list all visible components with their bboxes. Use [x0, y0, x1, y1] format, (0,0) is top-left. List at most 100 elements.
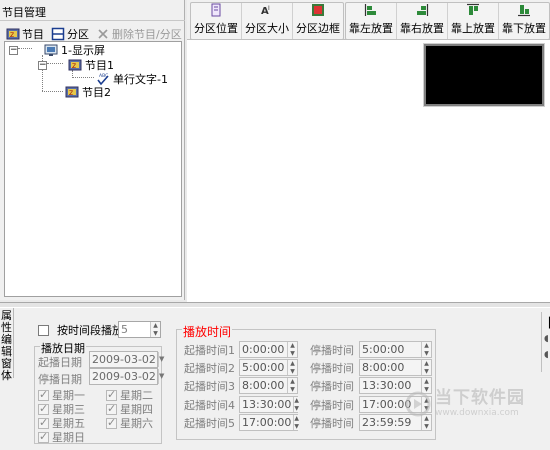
stop-time-stepper[interactable]: 5:00:00 ▲ ▼: [359, 341, 432, 358]
tab-char: 体: [1, 369, 12, 382]
start-time-stepper[interactable]: 0:00:00 ▲ ▼: [239, 341, 298, 358]
dropdown-arrow-icon[interactable]: ▼: [157, 352, 164, 367]
align-left-icon: [364, 3, 378, 17]
start-date-value: 2009-03-02: [92, 353, 156, 366]
align-top-button[interactable]: 靠上放置: [447, 3, 498, 39]
start-time-stepper[interactable]: 5:00:00 ▲ ▼: [239, 359, 298, 376]
start-time-label: 起播时间3: [184, 380, 235, 393]
weekday-checkbox[interactable]: [38, 388, 49, 401]
area-size-label: 分区大小: [245, 22, 289, 35]
panel-title: 节目管理: [2, 6, 46, 19]
weekday-option-sat[interactable]: 星期六: [106, 415, 153, 431]
tree-label-display: 1-显示屏: [61, 44, 105, 57]
watermark-en: www.downxia.com: [435, 408, 519, 418]
start-time-stepper[interactable]: 13:30:00 ▲ ▼: [239, 396, 300, 413]
time-segment-option[interactable]: 按时间段播放: [38, 322, 123, 338]
align-bottom-label: 靠下放置: [502, 22, 546, 35]
stop-date-value: 2009-03-02: [92, 370, 156, 383]
stepper-arrows[interactable]: ▲ ▼: [293, 397, 300, 413]
delete-program-area-button[interactable]: 删除节目/分区: [96, 26, 182, 42]
add-area-label: 分区: [67, 28, 89, 41]
up-arrow-icon[interactable]: ▲: [288, 378, 297, 386]
stepper-arrows[interactable]: ▲ ▼: [287, 342, 297, 357]
time-segment-count-value: 5: [121, 323, 128, 336]
stepper-arrows[interactable]: ▲ ▼: [421, 342, 431, 357]
add-area-button[interactable]: 分区: [51, 26, 89, 42]
radio-edge-icon[interactable]: ◖: [544, 334, 549, 344]
svg-text:I: I: [268, 5, 270, 12]
up-arrow-icon[interactable]: ▲: [422, 342, 431, 350]
area-size-button[interactable]: AI 分区大小: [241, 3, 292, 39]
up-arrow-icon[interactable]: ▲: [422, 378, 431, 386]
start-time-label: 起播时间2: [184, 362, 235, 375]
down-arrow-icon[interactable]: ▼: [288, 350, 297, 358]
down-arrow-icon[interactable]: ▼: [294, 423, 299, 431]
collapse-icon[interactable]: −: [38, 60, 47, 70]
up-arrow-icon[interactable]: ▲: [422, 360, 431, 368]
weekday-checkbox[interactable]: [106, 388, 117, 401]
stepper-arrows[interactable]: ▲ ▼: [421, 360, 431, 375]
collapse-icon[interactable]: −: [9, 45, 18, 55]
align-bottom-button[interactable]: 靠下放置: [498, 3, 549, 39]
down-arrow-icon[interactable]: ▼: [151, 330, 160, 338]
up-arrow-icon[interactable]: ▲: [294, 415, 299, 423]
add-program-button[interactable]: Z 节目: [6, 26, 44, 42]
align-tools-group: 靠左放置 靠右放置 靠上放置 靠下放置: [345, 2, 550, 40]
program-icon: Z: [65, 85, 79, 99]
stepper-arrows[interactable]: ▲ ▼: [293, 415, 300, 431]
align-top-icon: [466, 3, 480, 17]
dropdown-arrow-icon[interactable]: ▼: [157, 369, 164, 384]
align-right-button[interactable]: 靠右放置: [396, 3, 447, 39]
weekday-checkbox[interactable]: [106, 402, 117, 415]
start-date-picker[interactable]: 2009-03-02 ▼: [89, 351, 164, 368]
down-arrow-icon[interactable]: ▼: [294, 405, 299, 413]
down-arrow-icon[interactable]: ▼: [288, 386, 297, 394]
stepper-arrows[interactable]: ▲ ▼: [150, 322, 160, 337]
weekday-checkbox[interactable]: [38, 416, 49, 429]
led-screen-preview[interactable]: [424, 44, 544, 106]
start-time-stepper[interactable]: 17:00:00 ▲ ▼: [239, 414, 300, 431]
stop-time-label: 停播时间: [310, 380, 354, 393]
delete-program-area-label: 删除节目/分区: [112, 28, 182, 41]
program-icon: Z: [68, 58, 82, 72]
up-arrow-icon[interactable]: ▲: [288, 360, 297, 368]
time-segment-checkbox[interactable]: [38, 324, 49, 336]
stop-date-picker[interactable]: 2009-03-02 ▼: [89, 368, 164, 385]
weekday-checkbox[interactable]: [106, 416, 117, 429]
tree-label-program2: 节目2: [82, 86, 111, 99]
weekday-checkbox[interactable]: [38, 430, 49, 443]
edge-glyph: ▐: [545, 318, 550, 329]
align-right-icon: [415, 3, 429, 17]
up-arrow-icon[interactable]: ▲: [288, 342, 297, 350]
stepper-arrows[interactable]: ▲ ▼: [287, 360, 297, 375]
start-date-label: 起播日期: [38, 356, 82, 369]
down-arrow-icon[interactable]: ▼: [422, 368, 431, 376]
start-time-stepper[interactable]: 8:00:00 ▲ ▼: [239, 377, 298, 394]
tree-node-program2[interactable]: Z 节目2: [65, 84, 111, 100]
stop-time-stepper[interactable]: 8:00:00 ▲ ▼: [359, 359, 432, 376]
area-position-button[interactable]: 分区位置: [191, 3, 241, 39]
area-border-button[interactable]: 分区边框: [292, 3, 343, 39]
area-position-icon: [209, 3, 223, 17]
weekday-checkbox[interactable]: [38, 402, 49, 415]
start-time-label: 起播时间4: [184, 399, 235, 412]
align-left-button[interactable]: 靠左放置: [346, 3, 396, 39]
up-arrow-icon[interactable]: ▲: [151, 322, 160, 330]
monitor-icon: [44, 43, 58, 57]
properties-tab[interactable]: 属 性 编 辑 窗 体: [0, 308, 14, 382]
stop-time-value: 8:00:00: [362, 361, 405, 374]
stop-time-value: 5:00:00: [362, 343, 405, 356]
up-arrow-icon[interactable]: ▲: [294, 397, 299, 405]
down-arrow-icon[interactable]: ▼: [422, 350, 431, 358]
radio-edge-icon[interactable]: ◖: [544, 350, 549, 360]
weekday-option-sun[interactable]: 星期日: [38, 429, 85, 445]
down-arrow-icon[interactable]: ▼: [288, 368, 297, 376]
stepper-arrows[interactable]: ▲ ▼: [287, 378, 297, 393]
weekday-label: 星期六: [120, 417, 153, 430]
title-separator: [0, 20, 185, 21]
down-arrow-icon[interactable]: ▼: [422, 423, 431, 431]
stop-date-label: 停播日期: [38, 373, 82, 386]
time-segment-count-stepper[interactable]: 5 ▲ ▼: [118, 321, 161, 338]
area-border-label: 分区边框: [296, 22, 340, 35]
tree-node-display[interactable]: − 1-显示屏: [9, 42, 105, 58]
